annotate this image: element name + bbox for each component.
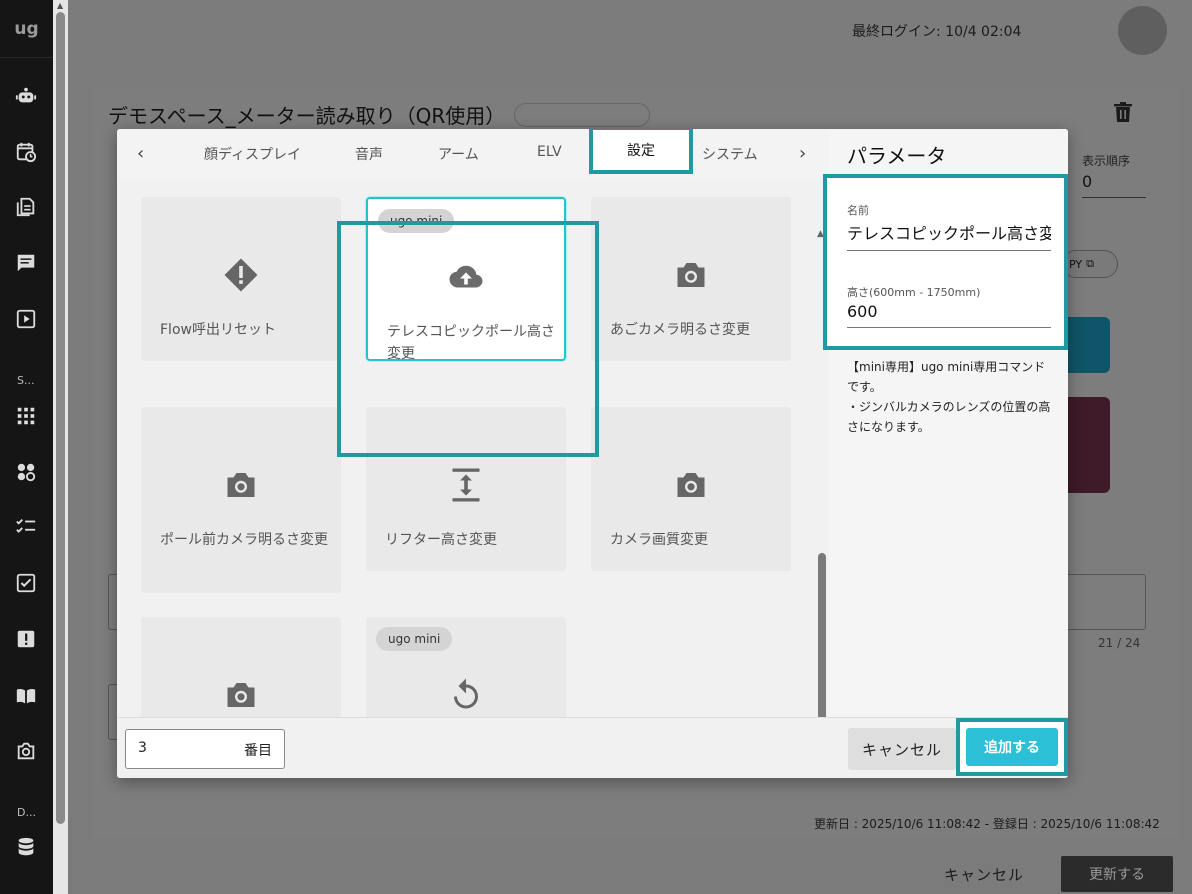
avatar[interactable] [1118, 6, 1167, 55]
title-chip [514, 103, 650, 127]
widgets-icon[interactable] [14, 460, 38, 484]
scroll-up-icon[interactable]: ▲ [57, 1, 63, 10]
copy-button[interactable]: PY ⧉ [1062, 250, 1118, 278]
task-check-icon[interactable] [14, 571, 38, 595]
timestamps: 更新日 : 2025/10/6 11:08:42 - 登録日 : 2025/10… [814, 817, 1160, 831]
modal-footer: 3 番目 キャンセル 追加する [117, 717, 1068, 778]
grid-scrollbar-thumb[interactable] [818, 553, 826, 717]
name-field-label: 名前 [847, 204, 869, 217]
page-title: デモスペース_メーター読み取り（QR使用） [108, 104, 506, 128]
database-icon[interactable] [14, 835, 38, 859]
page-scrollbar-thumb[interactable] [56, 12, 65, 824]
checklist-icon[interactable] [14, 515, 38, 539]
command-tile[interactable]: カメラ画質変更 [591, 407, 791, 571]
documents-icon[interactable] [14, 195, 38, 219]
add-command-modal: ‹ 顔ディスプレイ 音声 アーム ELV 設定 システム › Flow呼出リセッ… [117, 129, 1068, 778]
tab-settings[interactable]: 設定 [589, 129, 693, 174]
command-tile[interactable] [141, 617, 341, 717]
vertical-resize-icon [446, 465, 486, 505]
copy-icon: ⧉ [1086, 257, 1094, 270]
camera-icon [221, 465, 261, 505]
camera-icon [221, 675, 261, 715]
sidebar-section-d: D... [17, 806, 36, 819]
rotate-icon [446, 675, 486, 715]
parameter-title: パラメータ [847, 144, 947, 168]
copy-button-label: PY [1069, 257, 1083, 271]
highlight-selected-tile [337, 221, 599, 457]
height-field-label: 高さ(600mm - 1750mm) [847, 286, 981, 299]
parameter-description-line: ・ジンバルカメラのレンズの位置の高さになります。 [847, 400, 1051, 434]
char-count: 21 / 24 [1098, 636, 1141, 650]
insert-position-value: 3 [138, 740, 147, 756]
page-scrollbar[interactable]: ▲ [53, 0, 68, 894]
parameter-panel: パラメータ 名前 テレスコピックポール高さ変更 高さ(600mm - 1750m… [823, 129, 1068, 717]
alert-diamond-icon [221, 255, 261, 295]
chevron-left-icon[interactable]: ‹ [137, 143, 144, 164]
chat-icon[interactable] [14, 251, 38, 275]
command-tile-label: ポール前カメラ明るさ変更 [160, 532, 328, 548]
sidebar-section-s: S... [17, 374, 35, 387]
manual-book-icon[interactable] [14, 684, 38, 708]
add-button[interactable]: 追加する [966, 728, 1058, 766]
height-field[interactable]: 600 [847, 302, 1051, 328]
name-field[interactable]: テレスコピックポール高さ変更 [847, 220, 1051, 251]
command-tile-label: あごカメラ明るさ変更 [610, 322, 750, 338]
display-order-label: 表示順序 [1082, 154, 1131, 168]
command-tile-label: Flow呼出リセット [160, 322, 276, 338]
sidebar: ug S... D... [0, 0, 53, 894]
command-tile[interactable]: あごカメラ明るさ変更 [591, 197, 791, 361]
command-tile[interactable]: ポール前カメラ明るさ変更 [141, 407, 341, 593]
command-tile[interactable]: Flow呼出リセット [141, 197, 341, 361]
command-tile[interactable]: ugo mini [366, 617, 566, 717]
robot-icon[interactable] [14, 84, 38, 108]
camera-icon[interactable] [14, 739, 38, 763]
page-cancel-button[interactable]: キャンセル [944, 864, 1024, 885]
camera-icon [671, 465, 711, 505]
parameter-description-line: 【mini専用】ugo mini専用コマンドです。 [847, 360, 1046, 394]
alert-icon[interactable] [14, 627, 38, 651]
app-logo[interactable]: ug [0, 0, 53, 58]
calendar-clock-icon[interactable] [14, 140, 38, 164]
top-bar: 最終ログイン: 10/4 02:04 [68, 0, 1192, 62]
tab-face-display[interactable]: 顔ディスプレイ [204, 144, 301, 164]
tab-elv[interactable]: ELV [537, 144, 562, 160]
insert-position-input[interactable]: 3 番目 [125, 729, 285, 769]
command-tile-label: リフター高さ変更 [385, 532, 497, 548]
camera-icon [671, 255, 711, 295]
delete-icon[interactable] [1114, 102, 1132, 126]
page-update-button[interactable]: 更新する [1061, 856, 1173, 892]
last-login-text: 最終ログイン: 10/4 02:04 [852, 24, 1022, 40]
tab-arm[interactable]: アーム [438, 144, 479, 164]
cancel-button[interactable]: キャンセル [848, 728, 956, 770]
display-order-field[interactable]: 0 [1082, 172, 1146, 198]
tab-voice[interactable]: 音声 [355, 144, 383, 164]
apps-grid-icon[interactable] [14, 404, 38, 428]
command-grid: Flow呼出リセット ugo mini テレスコピックポール高さ変更 あごカメラ… [117, 179, 829, 717]
parameter-description: 【mini専用】ugo mini専用コマンドです。 ・ジンバルカメラのレンズの位… [847, 357, 1053, 437]
tab-system[interactable]: システム [702, 144, 758, 164]
chevron-right-icon[interactable]: › [799, 143, 806, 164]
parameter-fields: 名前 テレスコピックポール高さ変更 高さ(600mm - 1750mm) 600 [823, 174, 1068, 350]
play-icon[interactable] [14, 307, 38, 331]
command-tabs: ‹ 顔ディスプレイ 音声 アーム ELV 設定 システム › [117, 129, 829, 179]
ugo-mini-chip: ugo mini [376, 627, 453, 651]
command-tile-label: カメラ画質変更 [610, 532, 708, 548]
insert-position-unit: 番目 [244, 743, 272, 759]
